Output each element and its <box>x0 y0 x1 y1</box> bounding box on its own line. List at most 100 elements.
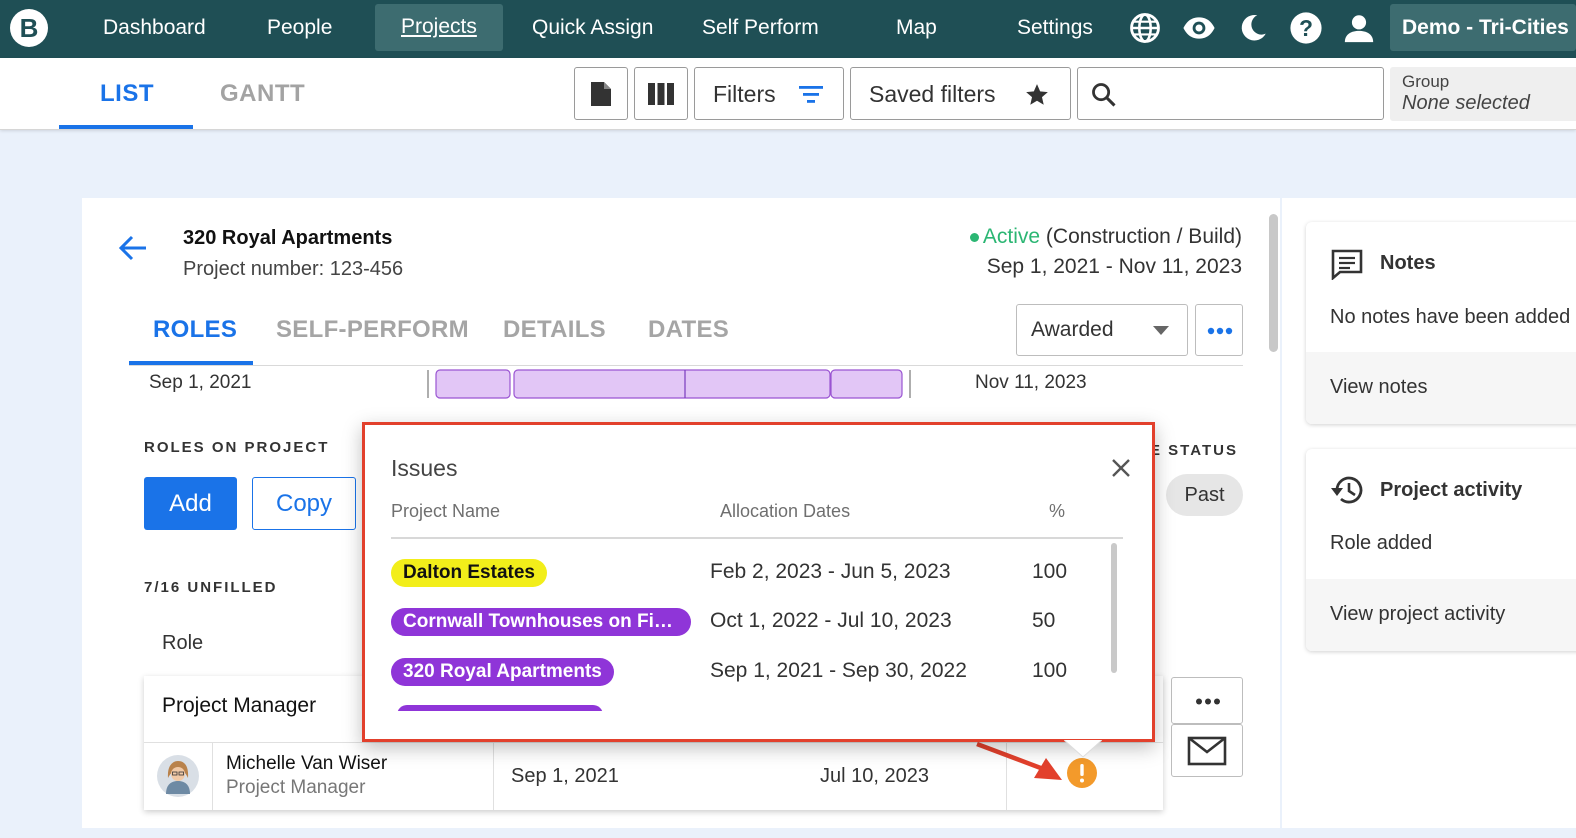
role-more-button[interactable] <box>1171 677 1243 724</box>
issues-title: Issues <box>391 455 458 481</box>
column-allocation-dates: Allocation Dates <box>720 501 851 521</box>
issues-popover: Issues Project Name Allocation Dates % D… <box>362 422 1155 742</box>
view-notes-row[interactable]: View notes <box>1306 352 1576 424</box>
tab-details[interactable]: DETAILS <box>503 316 606 344</box>
document-icon <box>591 82 611 106</box>
roles-on-project-heading: ROLES ON PROJECT <box>144 439 330 456</box>
person-name[interactable]: Michelle Van Wiser <box>226 753 387 775</box>
nav-dashboard[interactable]: Dashboard <box>103 0 206 58</box>
nav-quick-assign[interactable]: Quick Assign <box>532 0 653 58</box>
globe-icon[interactable] <box>1128 11 1162 45</box>
issue-row[interactable]: Cornwall Townhouses on First… <box>391 608 691 641</box>
avatar[interactable] <box>156 754 200 798</box>
allocation-end: Jul 10, 2023 <box>820 765 929 787</box>
project-number: Project number: 123-456 <box>183 258 404 280</box>
main-scrollbar[interactable] <box>1269 214 1278 352</box>
column-project-name: Project Name <box>391 501 501 521</box>
mail-icon <box>1187 736 1227 766</box>
columns-icon <box>648 83 674 105</box>
project-status: Active (Construction / Build) <box>969 225 1242 249</box>
nav-people[interactable]: People <box>267 0 332 58</box>
star-icon <box>1026 84 1048 105</box>
issue-row[interactable]: Dalton Estates <box>391 559 547 592</box>
status-active: Active <box>982 225 1041 248</box>
top-navigation-bar: B Dashboard People Projects Quick Assign… <box>0 0 1576 58</box>
account-switcher[interactable]: Demo - Tri-Cities <box>1390 4 1576 51</box>
activity-latest: Role added <box>1330 532 1433 554</box>
callout-arrow-icon <box>976 741 1062 780</box>
help-icon[interactable]: ? <box>1289 11 1323 45</box>
filter-lines-icon <box>799 86 823 103</box>
notes-empty-text: No notes have been added <box>1330 306 1571 328</box>
tabs-divider <box>129 365 1243 366</box>
allocation-start: Sep 1, 2021 <box>511 765 619 787</box>
group-value: None selected <box>1402 92 1530 114</box>
add-role-button[interactable]: Add <box>144 477 237 530</box>
project-pill-clipped <box>397 705 603 711</box>
saved-filters-label: Saved filters <box>869 81 996 107</box>
tab-roles[interactable]: ROLES <box>153 316 237 344</box>
filters-button[interactable]: Filters <box>694 67 844 120</box>
tab-list-indicator <box>59 125 193 129</box>
project-more-button[interactable] <box>1195 304 1243 356</box>
moon-icon[interactable] <box>1236 11 1270 45</box>
issue-dates: Oct 1, 2022 - Jul 10, 2023 <box>710 609 952 632</box>
tab-self-perform[interactable]: SELF-PERFORM <box>276 316 469 344</box>
view-notes-link[interactable]: View notes <box>1330 376 1427 399</box>
tab-dates[interactable]: DATES <box>648 316 729 344</box>
email-role-button[interactable] <box>1171 724 1243 777</box>
user-icon[interactable] <box>1342 11 1376 45</box>
nav-map[interactable]: Map <box>896 0 937 58</box>
warning-icon[interactable] <box>1065 756 1099 790</box>
role-status-heading: E STATUS <box>1150 442 1238 459</box>
issue-percent: 50 <box>1032 609 1056 632</box>
app-logo[interactable]: B <box>10 9 48 47</box>
caret-down-icon <box>1153 326 1169 335</box>
past-filter-chip[interactable]: Past <box>1166 474 1243 516</box>
unfilled-count: 7/16 UNFILLED <box>144 579 278 596</box>
back-arrow-icon[interactable] <box>118 234 148 262</box>
popover-pointer <box>1064 740 1102 758</box>
group-label: Group <box>1402 72 1450 91</box>
group-select[interactable]: Group None selected <box>1390 67 1576 121</box>
project-date-range: Sep 1, 2021 - Nov 11, 2023 <box>986 255 1242 278</box>
project-title: 320 Royal Apartments <box>183 227 393 249</box>
close-icon[interactable] <box>1111 458 1131 478</box>
award-status-select[interactable]: Awarded <box>1016 304 1188 356</box>
search-box[interactable] <box>1077 67 1384 120</box>
project-pill[interactable]: 320 Royal Apartments <box>391 658 614 686</box>
more-dots-icon <box>1207 327 1233 335</box>
person-role: Project Manager <box>226 777 366 798</box>
eye-icon[interactable] <box>1182 11 1216 45</box>
activity-title: Project activity <box>1380 479 1523 501</box>
status-detail: (Construction / Build) <box>1045 225 1242 248</box>
copy-roles-button[interactable]: Copy <box>252 477 356 530</box>
saved-filters-button[interactable]: Saved filters <box>850 67 1071 120</box>
role-column-header: Role <box>162 632 204 654</box>
project-pill[interactable]: Cornwall Townhouses on First… <box>391 608 691 636</box>
status-dot <box>969 232 979 242</box>
columns-button[interactable] <box>634 67 688 120</box>
view-activity-link[interactable]: View project activity <box>1330 603 1505 626</box>
tab-gantt[interactable]: GANTT <box>220 80 305 108</box>
role-name: Project Manager <box>162 694 317 717</box>
search-input[interactable] <box>1126 76 1376 110</box>
view-activity-row[interactable]: View project activity <box>1306 579 1576 651</box>
notes-icon <box>1331 249 1363 280</box>
issues-scrollbar[interactable] <box>1111 543 1117 673</box>
project-pill[interactable]: Dalton Estates <box>391 559 547 587</box>
timeline-end: Nov 11, 2023 <box>975 372 1087 393</box>
activity-card: Project activity Role added View project… <box>1306 449 1576 651</box>
export-document-button[interactable] <box>574 67 628 120</box>
cell-divider <box>212 742 213 810</box>
award-status-value: Awarded <box>1031 318 1114 341</box>
column-percent: % <box>1049 501 1066 521</box>
nav-self-perform[interactable]: Self Perform <box>702 0 819 58</box>
tab-list[interactable]: LIST <box>100 80 154 108</box>
nav-settings[interactable]: Settings <box>1017 0 1093 58</box>
history-icon <box>1331 476 1363 504</box>
issue-row[interactable]: 320 Royal Apartments <box>391 658 614 691</box>
filters-label: Filters <box>713 81 776 107</box>
svg-text:?: ? <box>1299 15 1313 41</box>
nav-projects[interactable]: Projects <box>375 4 503 51</box>
